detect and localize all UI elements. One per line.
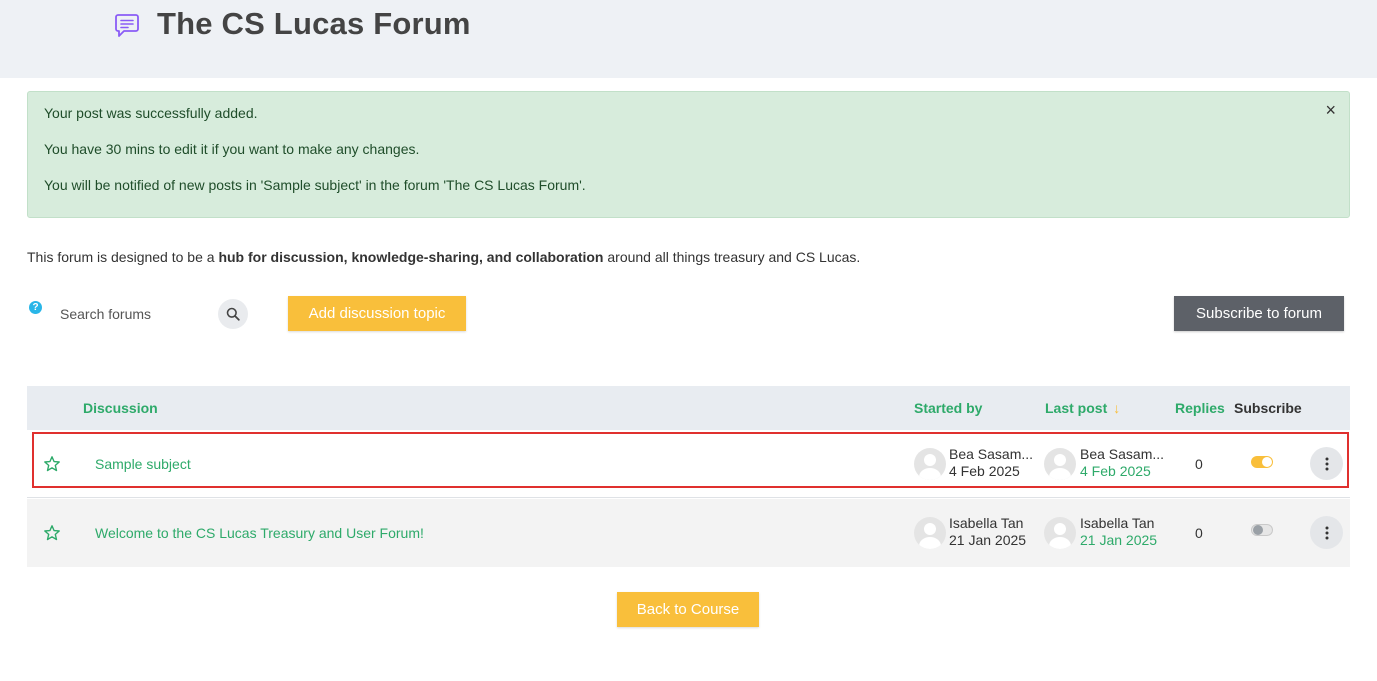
actions-menu-button[interactable]: [1310, 447, 1343, 480]
more-vertical-icon: [1325, 457, 1328, 470]
page-header: The CS Lucas Forum: [0, 0, 1377, 78]
subscribe-to-forum-button[interactable]: Subscribe to forum: [1174, 296, 1344, 331]
last-post-label: Last post: [1045, 400, 1108, 416]
avatar: [914, 448, 946, 480]
subscribe-toggle[interactable]: [1251, 456, 1273, 468]
replies-count: 0: [1195, 456, 1203, 472]
help-icon[interactable]: ?: [29, 301, 42, 314]
alert-message-added: Your post was successfully added.: [44, 105, 258, 121]
success-alert: Your post was successfully added. You ha…: [27, 91, 1350, 218]
back-to-course-button[interactable]: Back to Course: [617, 592, 759, 627]
intro-bold: hub for discussion, knowledge-sharing, a…: [218, 249, 604, 265]
subscribe-toggle[interactable]: [1251, 524, 1273, 536]
last-post-date-link[interactable]: 4 Feb 2025: [1080, 463, 1151, 479]
replies-count: 0: [1195, 525, 1203, 541]
last-post-name: Bea Sasam...: [1080, 446, 1165, 462]
table-row: Sample subject Bea Sasam... 4 Feb 2025 B…: [27, 430, 1350, 498]
page-title: The CS Lucas Forum: [157, 6, 471, 41]
more-vertical-icon: [1325, 526, 1328, 539]
close-icon[interactable]: ×: [1325, 101, 1336, 119]
started-date: 4 Feb 2025: [949, 463, 1020, 479]
avatar: [1044, 517, 1076, 549]
forum-intro: This forum is designed to be a hub for d…: [27, 249, 860, 265]
star-icon[interactable]: [43, 455, 61, 473]
started-date: 21 Jan 2025: [949, 532, 1027, 548]
discussion-link[interactable]: Sample subject: [95, 456, 191, 472]
last-post-date-link[interactable]: 21 Jan 2025: [1080, 532, 1157, 548]
intro-suffix: around all things treasury and CS Lucas.: [603, 249, 861, 265]
column-header-replies[interactable]: Replies: [1175, 400, 1225, 416]
column-header-started-by[interactable]: Started by: [914, 400, 982, 416]
add-discussion-topic-button[interactable]: Add discussion topic: [288, 296, 466, 331]
discussion-link[interactable]: Welcome to the CS Lucas Treasury and Use…: [95, 525, 424, 541]
avatar: [914, 517, 946, 549]
chat-bubble-icon: [115, 14, 139, 37]
search-button[interactable]: [218, 299, 248, 329]
alert-message-notification: You will be notified of new posts in 'Sa…: [44, 177, 586, 193]
column-header-subscribe: Subscribe: [1234, 400, 1302, 416]
intro-prefix: This forum is designed to be a: [27, 249, 219, 265]
toggle-knob: [1262, 457, 1272, 467]
search-icon: [226, 307, 240, 321]
toggle-knob: [1253, 525, 1263, 535]
star-icon[interactable]: [43, 524, 61, 542]
discussion-table-header: Discussion Started by Last post ↓ Replies…: [27, 386, 1350, 430]
last-post-name: Isabella Tan: [1080, 515, 1155, 531]
sort-descending-icon: ↓: [1113, 400, 1121, 416]
table-row: Welcome to the CS Lucas Treasury and Use…: [27, 499, 1350, 567]
actions-menu-button[interactable]: [1310, 516, 1343, 549]
alert-message-edit-window: You have 30 mins to edit it if you want …: [44, 141, 420, 157]
column-header-last-post[interactable]: Last post ↓: [1045, 400, 1120, 416]
search-input[interactable]: [52, 299, 212, 329]
avatar: [1044, 448, 1076, 480]
started-by-name: Bea Sasam...: [949, 446, 1034, 462]
started-by-name: Isabella Tan: [949, 515, 1024, 531]
column-header-discussion[interactable]: Discussion: [83, 400, 158, 416]
